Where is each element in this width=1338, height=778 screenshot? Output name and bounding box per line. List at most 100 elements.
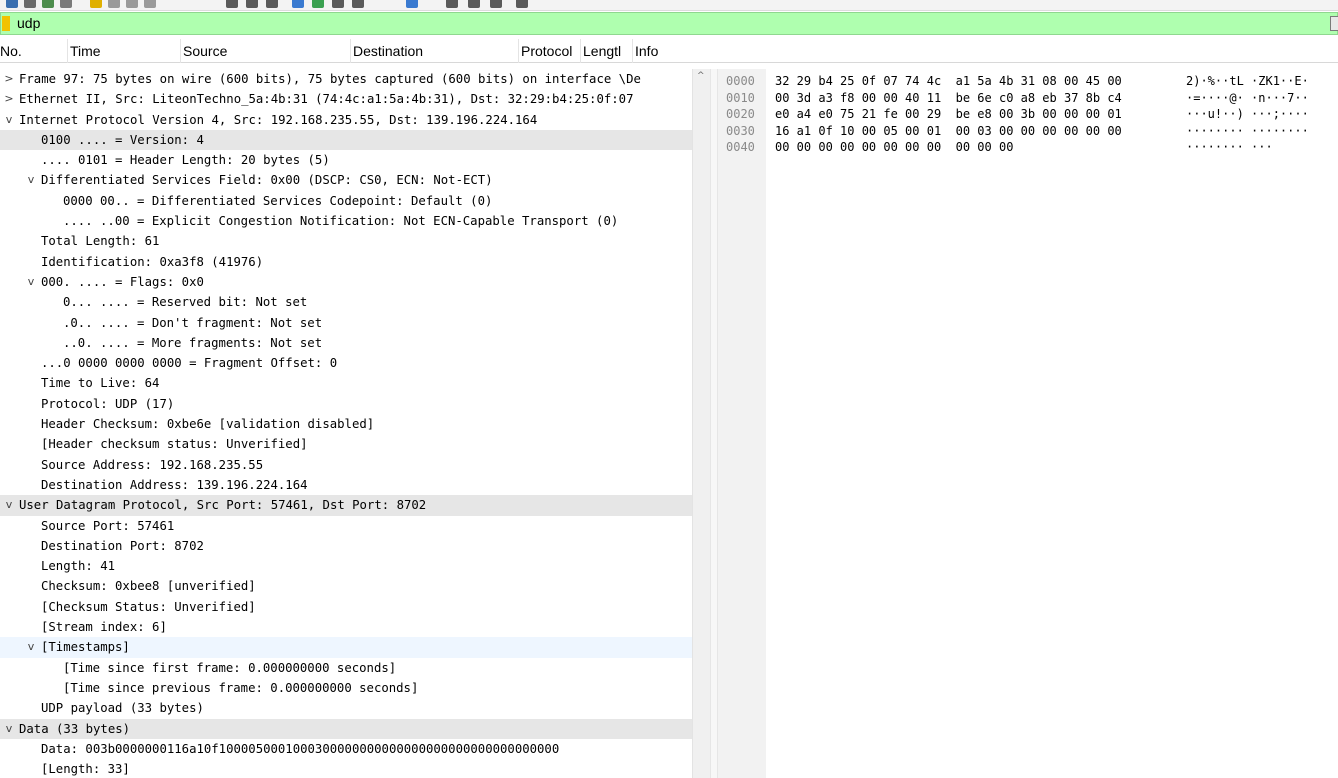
tree-row-label: 0... .... = Reserved bit: Not set [63,295,308,310]
options-icon[interactable] [60,0,72,8]
tree-row[interactable]: v Data (33 bytes) [0,718,692,739]
column-header-destination[interactable]: Destination [351,39,519,63]
tree-row[interactable]: [Length: 33] [0,759,692,778]
save-file-icon[interactable] [108,0,120,8]
open-file-icon[interactable] [90,0,102,8]
chevron-down-icon[interactable]: v [2,110,16,130]
hex-bytes[interactable]: 00 3d a3 f8 00 00 40 11 be 6e c0 a8 eb 3… [775,90,1122,107]
tree-row[interactable]: Source Address: 192.168.235.55 [0,455,692,475]
tree-row-label: [Header checksum status: Unverified] [41,437,308,452]
chevron-down-icon[interactable]: v [2,719,16,739]
tree-row[interactable]: ..0. .... = More fragments: Not set [0,333,692,353]
hex-offset: 0000 [726,74,755,88]
tree-row[interactable]: [Stream index: 6] [0,617,692,637]
expand-all-icon[interactable] [516,0,528,8]
tree-row[interactable]: UDP payload (33 bytes) [0,698,692,718]
resize-columns-icon[interactable] [490,0,502,8]
stop-capture-icon[interactable] [24,0,36,8]
tree-row[interactable]: Source Port: 57461 [0,516,692,536]
packet-details-pane: > Frame 97: 75 bytes on wire (600 bits), … [0,69,692,778]
hex-ascii[interactable]: ········ ··· [1186,139,1273,156]
tree-row[interactable]: v [Timestamps] [0,637,692,658]
tree-row[interactable]: [Header checksum status: Unverified] [0,434,692,454]
chevron-right-icon[interactable]: > [2,69,16,89]
tree-row-label: .0.. .... = Don't fragment: Not set [63,315,323,330]
restart-capture-icon[interactable] [42,0,54,8]
zoom-in-icon[interactable] [406,0,418,8]
tree-row[interactable]: Identification: 0xa3f8 (41976) [0,252,692,272]
hex-bytes[interactable]: 00 00 00 00 00 00 00 00 00 00 00 [775,139,1013,156]
go-first-icon[interactable] [292,0,304,8]
column-header-no[interactable]: No. [0,39,68,63]
tree-row[interactable]: Total Length: 61 [0,231,692,251]
tree-row[interactable]: > Ethernet II, Src: LiteonTechno_5a:4b:31… [0,89,692,109]
tree-row[interactable]: Protocol: UDP (17) [0,394,692,414]
hex-bytes[interactable]: e0 a4 e0 75 21 fe 00 29 be e8 00 3b 00 0… [775,106,1122,123]
tree-row[interactable]: 0... .... = Reserved bit: Not set [0,292,692,312]
tree-row-label: 000. .... = Flags: 0x0 [41,274,204,289]
tree-row[interactable]: .... 0101 = Header Length: 20 bytes (5) [0,150,692,170]
tree-row[interactable]: ...0 0000 0000 0000 = Fragment Offset: 0 [0,353,692,373]
tree-row[interactable]: .... ..00 = Explicit Congestion Notifica… [0,211,692,231]
tree-row[interactable]: [Time since previous frame: 0.000000000 … [0,678,692,698]
tree-row[interactable]: > Frame 97: 75 bytes on wire (600 bits), … [0,69,692,89]
hex-ascii[interactable]: ········ ········ [1186,123,1309,140]
column-header-info[interactable]: Info [633,39,1338,63]
chevron-down-icon[interactable]: v [2,495,16,515]
find-packet-icon[interactable] [226,0,238,8]
tree-row[interactable]: .0.. .... = Don't fragment: Not set [0,313,692,333]
chevron-down-icon[interactable]: v [24,272,38,292]
display-filter-input[interactable] [14,13,1324,34]
tree-row[interactable]: Destination Port: 8702 [0,536,692,556]
chevron-down-icon[interactable]: v [24,170,38,190]
tree-row[interactable]: v 000. .... = Flags: 0x0 [0,272,692,292]
main-toolbar [0,0,1338,11]
tree-row[interactable]: Checksum: 0xbee8 [unverified] [0,576,692,596]
tree-row[interactable]: v Internet Protocol Version 4, Src: 192.1… [0,110,692,130]
go-back-icon[interactable] [246,0,258,8]
hex-bytes[interactable]: 16 a1 0f 10 00 05 00 01 00 03 00 00 00 0… [775,123,1122,140]
chevron-right-icon[interactable]: > [2,89,16,109]
hex-bytes[interactable]: 32 29 b4 25 0f 07 74 4c a1 5a 4b 31 08 0… [775,73,1122,90]
hex-offset: 0020 [726,107,755,121]
tree-row[interactable]: v Differentiated Services Field: 0x00 (DS… [0,170,692,190]
details-scrollbar[interactable]: ^ [692,69,710,778]
tree-row[interactable]: Data: 003b0000000116a10f1000050001000300… [0,739,692,759]
pane-splitter[interactable] [710,69,718,778]
go-forward-icon[interactable] [266,0,278,8]
go-last-icon[interactable] [312,0,324,8]
hex-ascii[interactable]: ·=····@· ·n···7·· [1186,90,1309,107]
tree-row-label: [Time since previous frame: 0.000000000 … [63,680,419,695]
apply-filter-icon[interactable] [1330,16,1338,31]
packet-list-header: No. Time Source Destination Protocol Len… [0,39,1338,63]
scroll-up-icon[interactable]: ^ [697,71,705,81]
column-header-length[interactable]: Lengtl [581,39,633,63]
column-header-protocol[interactable]: Protocol [519,39,581,63]
hex-ascii[interactable]: ···u!··) ···;···· [1186,106,1309,123]
tree-row[interactable]: [Time since first frame: 0.000000000 sec… [0,658,692,678]
tree-row[interactable]: Time to Live: 64 [0,373,692,393]
reload-icon[interactable] [144,0,156,8]
tree-row[interactable]: [Checksum Status: Unverified] [0,597,692,617]
column-header-time[interactable]: Time [68,39,181,63]
tree-row[interactable]: 0000 00.. = Differentiated Services Code… [0,191,692,211]
zoom-out-icon[interactable] [446,0,458,8]
hex-ascii[interactable]: 2)·%··tL ·ZK1··E· [1186,73,1309,90]
colorize-icon[interactable] [352,0,364,8]
chevron-down-icon[interactable]: v [24,637,38,657]
bookmark-icon[interactable] [2,16,10,31]
close-file-icon[interactable] [126,0,138,8]
normal-size-icon[interactable] [468,0,480,8]
column-header-source[interactable]: Source [181,39,351,63]
start-capture-icon[interactable] [6,0,18,8]
tree-row[interactable]: 0100 .... = Version: 4 [0,129,692,151]
tree-row[interactable]: v User Datagram Protocol, Src Port: 57461… [0,495,692,516]
hex-offset: 0030 [726,123,755,138]
autoscroll-icon[interactable] [332,0,344,8]
tree-row[interactable]: Header Checksum: 0xbe6e [validation disa… [0,414,692,434]
tree-row-label: Time to Live: 64 [41,376,160,391]
tree-row-label: Data: 003b0000000116a10f1000050001000300… [41,741,560,756]
tree-row[interactable]: Destination Address: 139.196.224.164 [0,475,692,495]
tree-row[interactable]: Length: 41 [0,556,692,576]
tree-row-label: Header Checksum: 0xbe6e [validation disa… [41,417,375,432]
